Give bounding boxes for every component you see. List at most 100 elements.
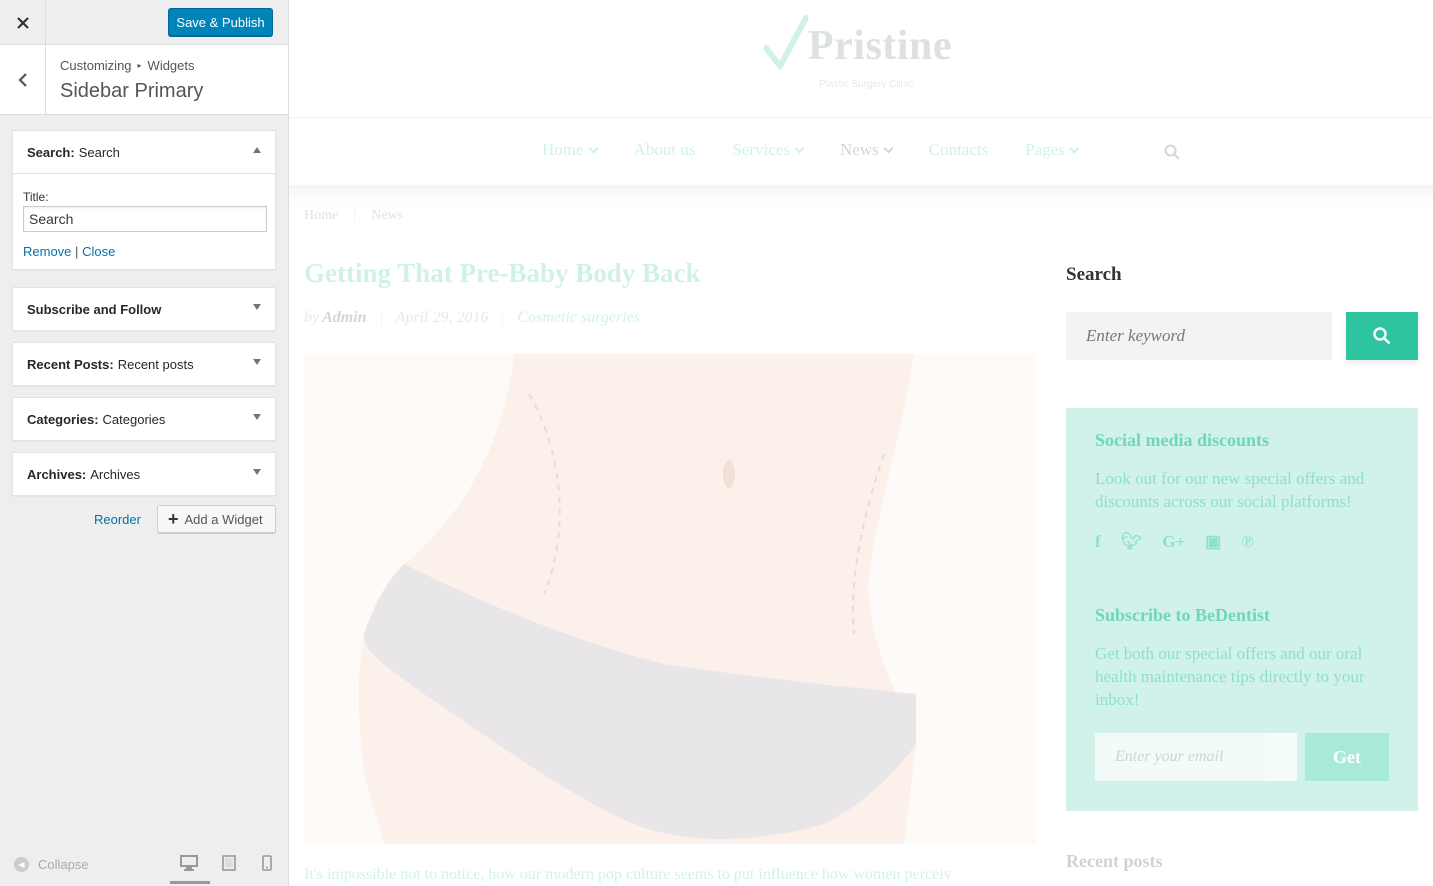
breadcrumb-arrow-icon: ▸ [137,61,142,70]
back-button[interactable] [0,45,46,114]
nav-home[interactable]: Home [542,140,598,160]
customizer-panel: Save & Publish Customizing ▸ Widgets Sideb… [0,0,289,886]
chevron-left-icon [17,72,27,87]
section-header: Customizing ▸ Widgets Sidebar Primary [0,45,288,115]
desktop-preview-button[interactable] [170,855,210,884]
main-nav: Home About us Services News Contacts Pag… [542,140,1115,160]
save-publish-button[interactable]: Save & Publish [168,8,273,36]
remove-link[interactable]: Remove [23,244,71,259]
widget-recent-posts: Recent Posts: Recent posts [12,342,276,386]
customizer-footer: ◀ Collapse [0,845,288,886]
collapse-arrow-icon: ◀ [14,857,29,872]
breadcrumb-home[interactable]: Home [304,208,338,223]
close-customizer-button[interactable] [0,0,46,45]
promo-title: Social media discounts [1095,430,1270,450]
logo-text: Pristine [808,23,952,69]
widget-categories-header[interactable]: Categories: Categories [13,398,275,440]
meta-separator [502,309,504,327]
section-title: Sidebar Primary [60,80,204,102]
widget-title: Categories [102,411,166,427]
google-plus-icon[interactable]: G+ [1162,532,1185,552]
subscribe-email-input[interactable]: Enter your email [1095,733,1297,781]
chevron-down-icon [588,143,598,153]
pinterest-icon[interactable]: ℗ [1241,532,1254,552]
nav-search-button[interactable] [1164,144,1180,165]
expand-arrow-icon[interactable] [253,359,261,365]
nav-contacts[interactable]: Contacts [929,140,989,160]
nav-services[interactable]: Services [732,140,805,160]
breadcrumb-news: News [371,208,404,223]
post-featured-image[interactable] [304,354,1036,844]
sidebar-search-input[interactable]: Enter keyword [1066,312,1332,360]
facebook-icon[interactable]: f [1095,532,1101,552]
widget-subscribe-follow: Subscribe and Follow [12,287,276,331]
close-link[interactable]: Close [82,244,115,259]
nav-news[interactable]: News [840,140,894,160]
smartphone-icon [262,855,272,871]
widget-search-header[interactable]: Search: Search [13,131,275,173]
site-preview: Pristine Plastic Surgery Clinic Home Abo… [289,0,1433,886]
widget-title: Recent posts [117,356,194,372]
email-placeholder: Enter your email [1115,748,1224,765]
widget-subscribe-header[interactable]: Subscribe and Follow [13,288,275,330]
title-input[interactable] [23,206,267,232]
action-separator: | [75,244,79,259]
expand-arrow-icon[interactable] [253,304,261,310]
post-title[interactable]: Getting That Pre-Baby Body Back [304,258,701,289]
breadcrumb: Customizing ▸ Widgets [60,58,195,73]
widget-type: Recent Posts: [27,356,114,372]
collapse-arrow-icon[interactable] [253,147,261,153]
nav-home-label: Home [542,140,584,159]
post-excerpt: It's impossible not to notice, how our m… [304,866,952,883]
youtube-icon[interactable]: ▣ [1205,532,1221,552]
twitter-icon[interactable]: 🐦︎ [1121,532,1143,552]
tablet-icon [222,855,236,871]
post-category[interactable]: Cosmetic surgeries [517,309,640,327]
widget-search-form: Title: Remove | Close [13,173,275,269]
chevron-down-icon [794,143,805,153]
add-widget-label: Add a Widget [184,511,263,527]
widget-recent-posts-header[interactable]: Recent Posts: Recent posts [13,343,275,385]
customizer-header: Save & Publish [0,0,288,45]
widget-archives-header[interactable]: Archives: Archives [13,453,275,495]
post-by: by [304,309,320,326]
widget-type: Archives: [27,466,87,482]
torso-image [358,354,917,844]
promo-box: Social media discounts Look out for our … [1066,408,1418,811]
widget-title: Archives [90,466,141,482]
widget-type: Categories: [27,411,99,427]
mobile-preview-button[interactable] [262,855,272,876]
meta-separator [380,309,382,327]
widget-archives: Archives: Archives [12,452,276,496]
expand-arrow-icon[interactable] [253,414,261,420]
search-icon [1164,144,1180,160]
add-widget-button[interactable]: + Add a Widget [157,505,276,533]
breadcrumb-separator [354,207,356,221]
nav-about[interactable]: About us [634,140,696,160]
breadcrumb-section: Widgets [147,58,195,73]
collapse-button[interactable]: ◀ Collapse [14,857,89,872]
widget-categories: Categories: Categories [12,397,276,441]
nav-services-label: Services [732,140,791,159]
nav-pages[interactable]: Pages [1025,140,1080,160]
widget-title: Search [78,144,120,160]
desktop-icon [180,855,198,871]
sidebar-search-button[interactable] [1346,312,1418,360]
recent-posts-title: Recent posts [1066,851,1163,871]
chevron-down-icon [1069,143,1080,153]
widget-search: Search: Search Title: Remove | Close [12,130,276,270]
expand-arrow-icon[interactable] [253,469,261,475]
header-divider [289,117,1433,118]
promo-text: Look out for our new special offers and … [1095,469,1365,511]
social-links: f 🐦︎ G+ ▣ ℗ [1095,532,1254,552]
nav-contacts-label: Contacts [928,140,989,159]
tablet-preview-button[interactable] [222,855,236,876]
chevron-down-icon [883,143,894,153]
post-author[interactable]: Admin [322,309,366,327]
post-date: April 29, 2016 [395,309,489,326]
reorder-link[interactable]: Reorder [94,512,141,527]
site-logo[interactable]: Pristine [764,14,952,70]
subscribe-get-button[interactable]: Get [1305,733,1389,781]
plus-icon: + [168,509,179,529]
collapse-label: Collapse [38,857,89,872]
